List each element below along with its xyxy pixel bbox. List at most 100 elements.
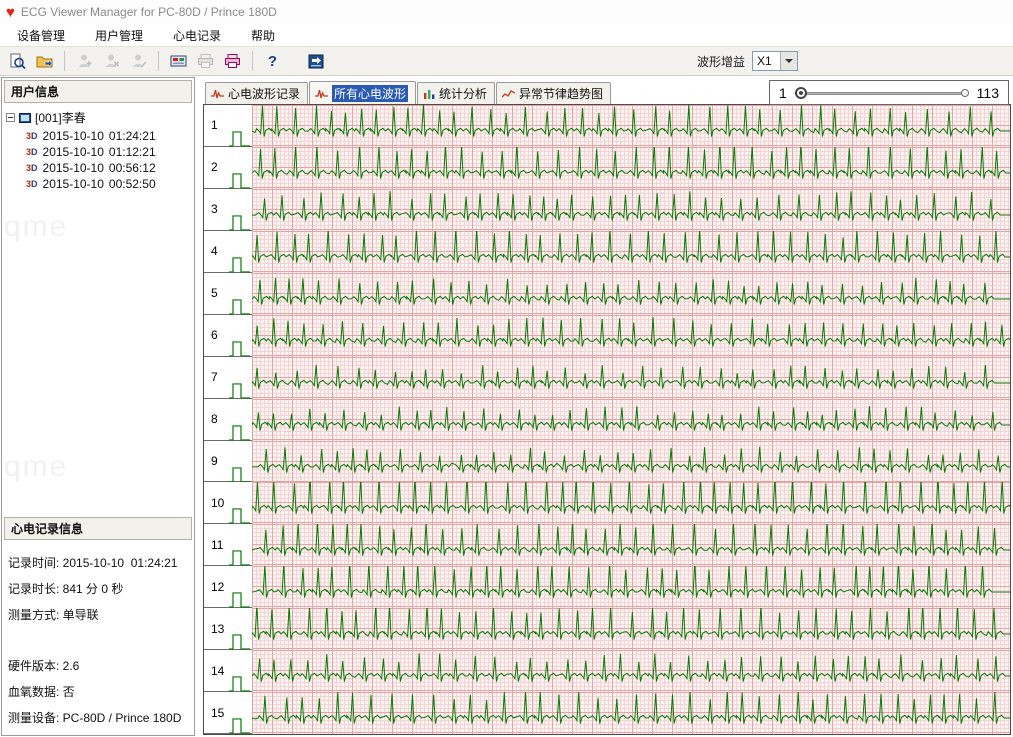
calibration-pulse-icon — [229, 299, 250, 315]
record-info-duration: 记录时长: 841 分 0 秒 — [8, 582, 124, 596]
user-delete-button[interactable] — [99, 49, 124, 73]
ecg-row-label: 14 — [204, 650, 252, 693]
record-info-panel-header: 心电记录信息 — [4, 517, 192, 540]
record-time: 00:56:12 — [108, 161, 156, 175]
ecg-waveform-strip[interactable] — [252, 314, 1010, 357]
help-button[interactable]: ? — [260, 49, 285, 73]
ecg-waveform-strip[interactable] — [252, 146, 1010, 189]
record-info-method: 测量方式: 单导联 — [8, 608, 99, 622]
ecg-strip-row: 4 — [204, 230, 1010, 273]
ecg-row-number: 5 — [211, 286, 218, 301]
tab-ecg-waveform-records[interactable]: 心电波形记录 — [205, 82, 309, 104]
ecg-waveform-strip[interactable] — [252, 692, 1010, 734]
record-info-hw-version: 硬件版本: 2.6 — [8, 659, 80, 673]
ecg-waveform-strip[interactable] — [252, 482, 1010, 525]
ecg-waveform-strip[interactable] — [252, 272, 1010, 315]
page-slider[interactable] — [794, 86, 969, 99]
dropdown-arrow-icon[interactable] — [780, 52, 797, 70]
ecg-strip-row: 6 — [204, 314, 1010, 357]
sidebar: 用户信息 [001]李春 3D 2015-10-10 01:24:21 3D 2… — [1, 77, 195, 736]
record-time: 01:24:21 — [108, 129, 156, 143]
slider-groove[interactable] — [798, 91, 965, 95]
ecg-row-label: 11 — [204, 524, 252, 567]
query-record-button[interactable] — [5, 49, 30, 73]
menu-ecg-records[interactable]: 心电记录 — [158, 25, 236, 46]
tree-children: 3D 2015-10-10 01:24:21 3D 2015-10-10 01:… — [4, 128, 192, 192]
ecg-row-label: 6 — [204, 314, 252, 357]
ecg-strip-row: 2 — [204, 146, 1010, 189]
ecg-row-number: 8 — [211, 412, 218, 427]
tree-collapse-icon[interactable] — [6, 113, 15, 122]
slider-thumb[interactable] — [794, 86, 807, 99]
ecg-waveform-strip[interactable] — [252, 188, 1010, 231]
ecg-waveform-strip[interactable] — [252, 230, 1010, 273]
ecg-strip-row: 9 — [204, 440, 1010, 483]
ecg-row-label: 12 — [204, 566, 252, 609]
tab-all-ecg-waveforms[interactable]: 所有心电波形 — [309, 81, 417, 104]
app-heart-icon: ♥ — [6, 3, 15, 21]
ecg-strip-row: 14 — [204, 650, 1010, 693]
user-edit-icon — [132, 54, 146, 68]
tab-statistical-analysis[interactable]: 统计分析 — [417, 82, 496, 104]
watermark: qme — [4, 450, 69, 483]
ecg-row-label: 7 — [204, 356, 252, 399]
ecg-waveform-strip[interactable] — [252, 105, 1010, 147]
ecg-strips-area: 1 2 3 4 5 6 7 8 9 10 11 12 13 14 15 — [203, 104, 1011, 735]
page-slider-box: 1 113 — [769, 80, 1009, 105]
ecg-row-label: 8 — [204, 398, 252, 441]
tree-record-item[interactable]: 3D 2015-10-10 01:12:21 — [26, 144, 192, 160]
record-info-spo2: 血氧数据: 否 — [8, 685, 75, 699]
data-transfer-button[interactable] — [303, 49, 328, 73]
export-folder-button[interactable] — [32, 49, 57, 73]
user-add-button[interactable] — [72, 49, 97, 73]
calibration-pulse-icon — [229, 592, 250, 608]
toolbar-separator — [64, 51, 65, 71]
ecg-strip-row: 8 — [204, 398, 1010, 441]
window-title: ECG Viewer Manager for PC-80D / Prince 1… — [20, 5, 277, 19]
ecg-waveform-strip[interactable] — [252, 440, 1010, 483]
calibration-pulse-icon — [229, 131, 250, 147]
tree-record-item[interactable]: 3D 2015-10-10 00:52:50 — [26, 176, 192, 192]
user-edit-button[interactable] — [126, 49, 151, 73]
user-info-panel-header: 用户信息 — [4, 80, 192, 103]
record-device-button[interactable] — [166, 49, 191, 73]
tab-label: 异常节律趋势图 — [519, 87, 604, 101]
gain-label: 波形增益 — [696, 54, 745, 69]
ecg-waveform-strip[interactable] — [252, 524, 1010, 567]
print-preview-button[interactable] — [220, 49, 245, 73]
ecg-waveform-strip[interactable] — [252, 398, 1010, 441]
ecg-waveform-strip[interactable] — [252, 356, 1010, 399]
ecg-row-label: 4 — [204, 230, 252, 273]
tree-record-item[interactable]: 3D 2015-10-10 00:56:12 — [26, 160, 192, 176]
ecg-waveform-strip[interactable] — [252, 650, 1010, 693]
menu-help[interactable]: 帮助 — [236, 25, 290, 46]
menu-user-management[interactable]: 用户管理 — [80, 25, 158, 46]
tab-label: 统计分析 — [439, 87, 488, 101]
ecg-row-label: 3 — [204, 188, 252, 231]
ecg-strip-row: 15 — [204, 692, 1010, 734]
ecg-strip-row: 11 — [204, 524, 1010, 567]
gain-select[interactable]: X1 — [752, 51, 798, 71]
calibration-pulse-icon — [229, 634, 250, 650]
calibration-pulse-icon — [229, 508, 250, 524]
record-3d-icon: 3D — [26, 179, 38, 189]
ecg-row-label: 13 — [204, 608, 252, 651]
record-3d-icon: 3D — [26, 163, 38, 173]
calibration-pulse-icon — [229, 173, 250, 189]
ecg-waveform-strip[interactable] — [252, 566, 1010, 609]
print-button[interactable] — [193, 49, 218, 73]
trend-icon — [502, 89, 516, 99]
toolbar: ? 波形增益 X1 — [0, 46, 1013, 76]
calibration-pulse-icon — [229, 466, 250, 483]
menu-device-management[interactable]: 设备管理 — [2, 25, 80, 46]
ecg-row-number: 4 — [211, 244, 218, 259]
tree-root-node[interactable]: [001]李春 — [4, 108, 192, 128]
tab-abnormal-rhythm-trend[interactable]: 异常节律趋势图 — [496, 82, 612, 104]
ecg-row-number: 9 — [211, 453, 218, 468]
record-info-panel: 记录时间: 2015-10-10 01:24:21 记录时长: 841 分 0 … — [2, 542, 194, 735]
waveform-panel: 心电波形记录 所有心电波形 统计分析 异常节律趋势图 1 113 1 2 3 4… — [195, 76, 1013, 737]
ecg-row-number: 6 — [211, 328, 218, 343]
user-add-icon — [78, 54, 91, 67]
tree-record-item[interactable]: 3D 2015-10-10 01:24:21 — [26, 128, 192, 144]
ecg-waveform-strip[interactable] — [252, 608, 1010, 651]
